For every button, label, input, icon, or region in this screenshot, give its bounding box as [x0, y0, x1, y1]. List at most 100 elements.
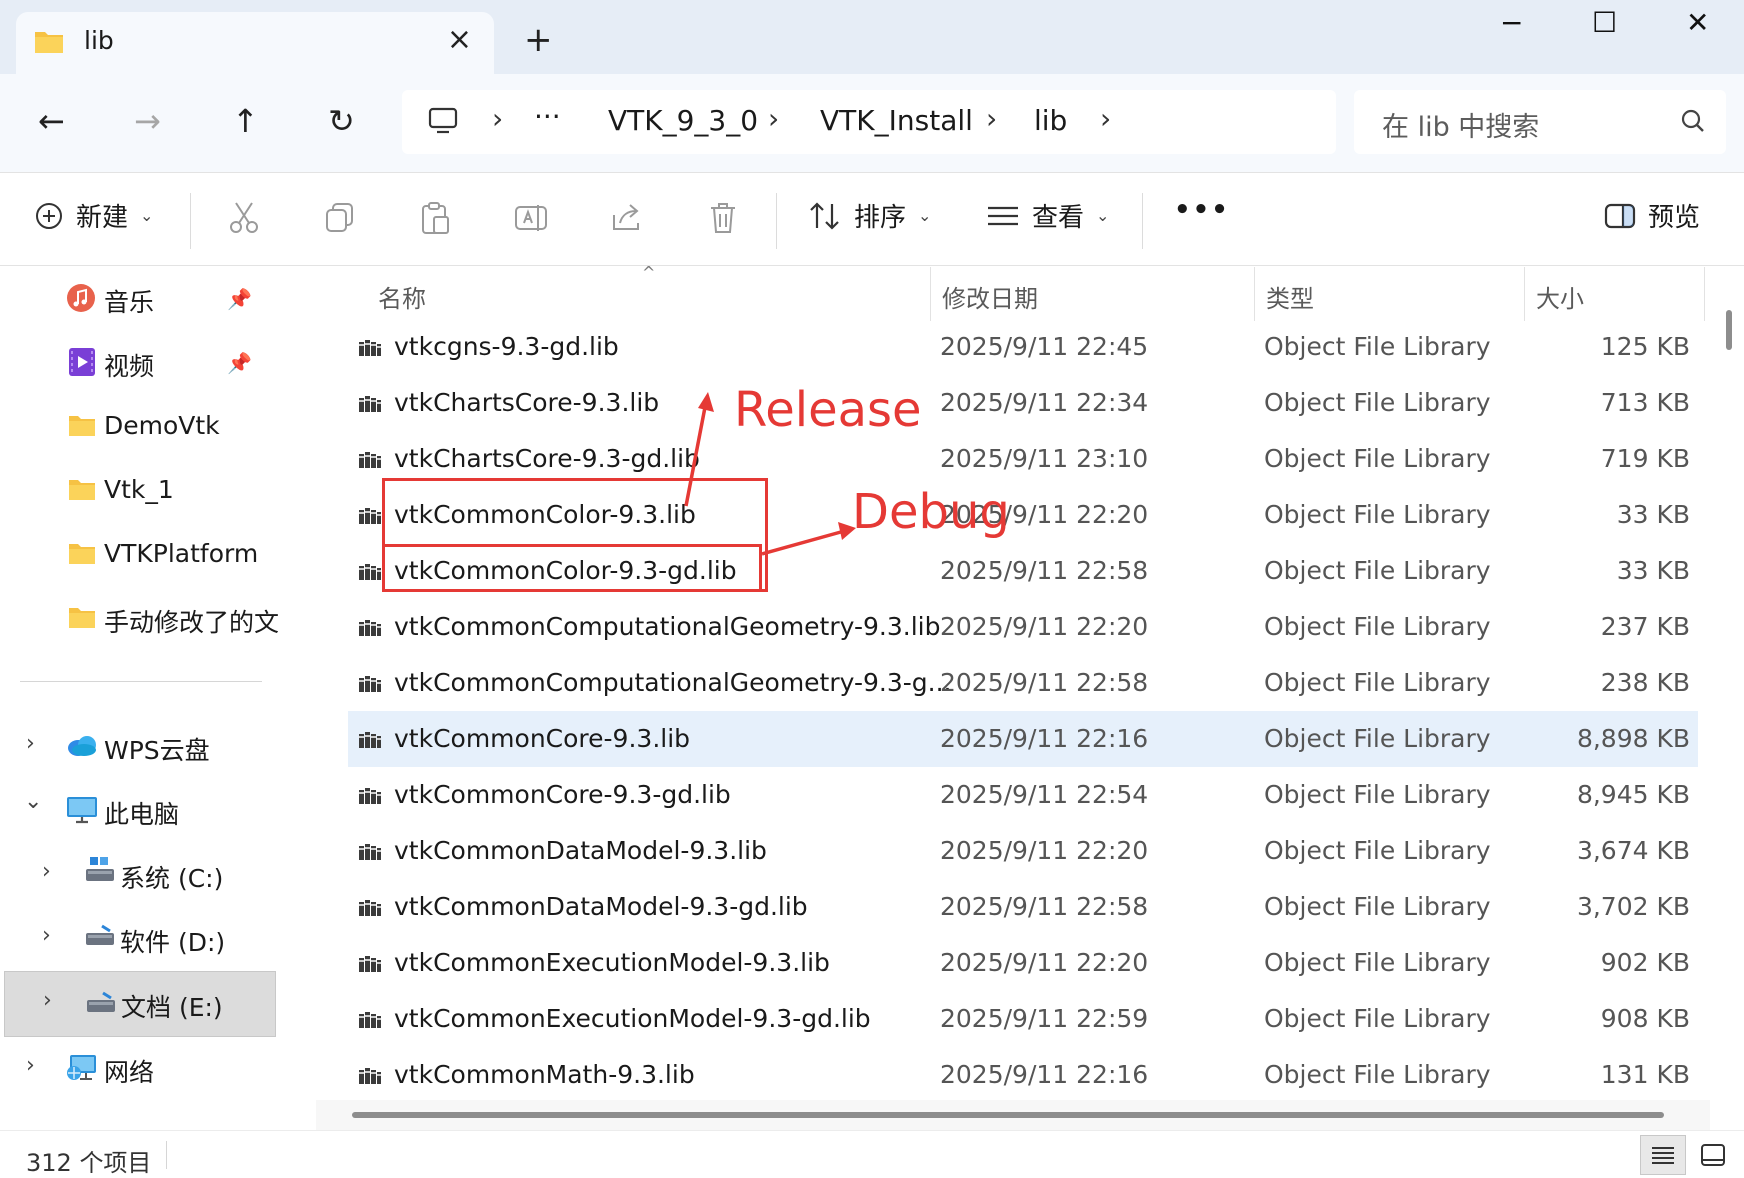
chevron-right-icon[interactable]: ›: [43, 988, 52, 1013]
file-name: vtkcgns-9.3-gd.lib: [394, 332, 619, 361]
file-date: 2025/9/11 22:45: [940, 332, 1149, 361]
copy-icon[interactable]: [324, 201, 356, 233]
file-type: Object File Library: [1264, 1060, 1491, 1089]
drive-icon: [86, 857, 114, 881]
chevron-down-icon[interactable]: ⌄: [24, 789, 42, 814]
column-header-size[interactable]: 大小: [1536, 279, 1584, 314]
file-row[interactable]: vtkCommonComputationalGeometry-9.3-g... 2…: [348, 655, 1698, 711]
search-box[interactable]: 在 lib 中搜索: [1354, 90, 1726, 154]
breadcrumb-separator: ›: [492, 102, 504, 135]
column-divider[interactable]: [930, 267, 931, 321]
sort-ascending-icon: ^: [642, 263, 656, 282]
file-row[interactable]: vtkCommonComputationalGeometry-9.3.lib 20…: [348, 599, 1698, 655]
annotation-debug-label: Debug: [852, 484, 1010, 540]
command-bar: 新建 ⌄ 排序 ⌄ 查看 ⌄ ••• 预览: [0, 172, 1744, 266]
maximize-button[interactable]: ☐: [1592, 6, 1617, 39]
navigation-pane: 音乐 📌 视频 📌 DemoVtk Vtk_1 VTKPlatform 手动修改…: [0, 267, 278, 1130]
sidebar-item-modified-files[interactable]: 手动修改了的文件: [0, 589, 278, 649]
refresh-button[interactable]: ↻: [328, 102, 355, 140]
sidebar-item-vtkplatform[interactable]: VTKPlatform: [0, 525, 278, 585]
file-row[interactable]: vtkCommonDataModel-9.3.lib 2025/9/11 22:2…: [348, 823, 1698, 879]
breadcrumb-vtk-9-3-0[interactable]: VTK_9_3_0: [608, 104, 758, 137]
sidebar-item-drive-c[interactable]: › 系统 (C:): [0, 845, 278, 905]
preview-pane-button[interactable]: 预览: [1604, 197, 1700, 234]
vertical-scrollbar[interactable]: [1726, 310, 1732, 350]
sidebar-item-music[interactable]: 音乐 📌: [0, 269, 278, 329]
sidebar-item-video[interactable]: 视频 📌: [0, 333, 278, 393]
column-header-name[interactable]: 名称: [378, 279, 426, 314]
sidebar-item-this-pc[interactable]: ⌄ 此电脑: [0, 781, 278, 841]
close-window-button[interactable]: ✕: [1686, 6, 1709, 39]
file-date: 2025/9/11 22:54: [940, 780, 1149, 809]
sidebar-item-network[interactable]: › 网络: [0, 1039, 278, 1099]
sidebar-item-label: 文档 (E:): [121, 993, 223, 1022]
file-row[interactable]: vtkCommonCore-9.3-gd.lib 2025/9/11 22:54 O…: [348, 767, 1698, 823]
forward-button[interactable]: →: [134, 102, 161, 140]
file-row[interactable]: vtkChartsCore-9.3.lib 2025/9/11 22:34 Obje…: [348, 375, 1698, 431]
share-icon[interactable]: [610, 201, 644, 233]
file-date: 2025/9/11 22:58: [940, 892, 1149, 921]
sidebar-item-label: DemoVtk: [104, 411, 220, 440]
file-type: Object File Library: [1264, 892, 1491, 921]
horizontal-scrollbar[interactable]: [352, 1112, 1664, 1118]
minimize-button[interactable]: −: [1500, 6, 1523, 39]
new-button[interactable]: 新建 ⌄: [34, 197, 153, 234]
file-row[interactable]: vtkCommonMath-9.3.lib 2025/9/11 22:16 Obje…: [348, 1047, 1698, 1103]
file-row[interactable]: vtkCommonExecutionModel-9.3-gd.lib 2025/9…: [348, 991, 1698, 1047]
sort-button[interactable]: 排序 ⌄: [808, 197, 931, 234]
column-header-type[interactable]: 类型: [1266, 279, 1314, 314]
chevron-right-icon[interactable]: ›: [42, 923, 51, 948]
annotation-box-debug: [382, 544, 762, 592]
cut-icon[interactable]: [228, 201, 260, 235]
file-date: 2025/9/11 22:58: [940, 556, 1149, 585]
chevron-right-icon[interactable]: ›: [26, 1053, 35, 1078]
details-view-button[interactable]: [1640, 1135, 1686, 1175]
view-button[interactable]: 查看 ⌄: [986, 197, 1109, 234]
breadcrumb-separator[interactable]: ›: [1100, 102, 1111, 135]
sidebar-item-wps-cloud[interactable]: › WPS云盘: [0, 717, 278, 777]
rename-icon[interactable]: [514, 201, 548, 235]
file-name: vtkCommonCore-9.3.lib: [394, 724, 691, 753]
more-options-button[interactable]: •••: [1174, 195, 1230, 225]
file-name: vtkCommonCore-9.3-gd.lib: [394, 780, 731, 809]
paste-icon[interactable]: [420, 201, 452, 235]
chevron-right-icon[interactable]: ›: [42, 859, 51, 884]
file-row[interactable]: vtkCommonExecutionModel-9.3.lib 2025/9/11…: [348, 935, 1698, 991]
column-divider[interactable]: [1704, 267, 1705, 321]
file-row[interactable]: vtkCommonCore-9.3.lib 2025/9/11 22:16 Obje…: [348, 711, 1698, 767]
pin-icon: 📌: [227, 287, 252, 311]
sidebar-item-label: WPS云盘: [104, 736, 210, 765]
file-row[interactable]: vtkCommonDataModel-9.3-gd.lib 2025/9/11 2…: [348, 879, 1698, 935]
tab-lib[interactable]: lib ×: [16, 12, 494, 74]
back-button[interactable]: ←: [38, 102, 65, 140]
sidebar-item-drive-d[interactable]: › 软件 (D:): [0, 909, 278, 969]
file-date: 2025/9/11 23:10: [940, 444, 1149, 473]
tiles-view-button[interactable]: [1690, 1135, 1736, 1175]
new-tab-button[interactable]: +: [524, 20, 553, 60]
file-name: vtkCommonComputationalGeometry-9.3-g...: [394, 668, 952, 697]
sort-label: 排序: [854, 203, 907, 233]
chevron-right-icon[interactable]: ›: [26, 731, 35, 756]
column-header-date[interactable]: 修改日期: [942, 279, 1038, 314]
sidebar-item-demovtk[interactable]: DemoVtk: [0, 397, 278, 457]
file-type: Object File Library: [1264, 948, 1491, 977]
column-divider[interactable]: [1524, 267, 1525, 321]
file-row[interactable]: vtkcgns-9.3-gd.lib 2025/9/11 22:45 Object …: [348, 319, 1698, 375]
library-file-icon: [358, 1007, 382, 1036]
sidebar-item-drive-e[interactable]: › 文档 (E:): [4, 971, 276, 1037]
sidebar-item-label: 系统 (C:): [120, 864, 224, 893]
search-input[interactable]: 在 lib 中搜索: [1382, 105, 1539, 144]
file-type: Object File Library: [1264, 612, 1491, 641]
up-button[interactable]: ↑: [232, 102, 259, 140]
tab-close-button[interactable]: ×: [447, 22, 472, 57]
file-size: 131 KB: [1600, 1060, 1690, 1089]
details-view-icon: [1652, 1147, 1674, 1164]
address-bar[interactable]: › ··· VTK_9_3_0 › VTK_Install › lib ›: [402, 90, 1336, 154]
delete-icon[interactable]: [708, 201, 738, 235]
column-divider[interactable]: [1254, 267, 1255, 321]
breadcrumb-more[interactable]: ···: [534, 100, 561, 133]
network-icon: [67, 1055, 96, 1080]
sidebar-item-vtk-1[interactable]: Vtk_1: [0, 461, 278, 521]
breadcrumb-lib[interactable]: lib: [1034, 104, 1067, 137]
breadcrumb-vtk-install[interactable]: VTK_Install: [820, 104, 973, 137]
